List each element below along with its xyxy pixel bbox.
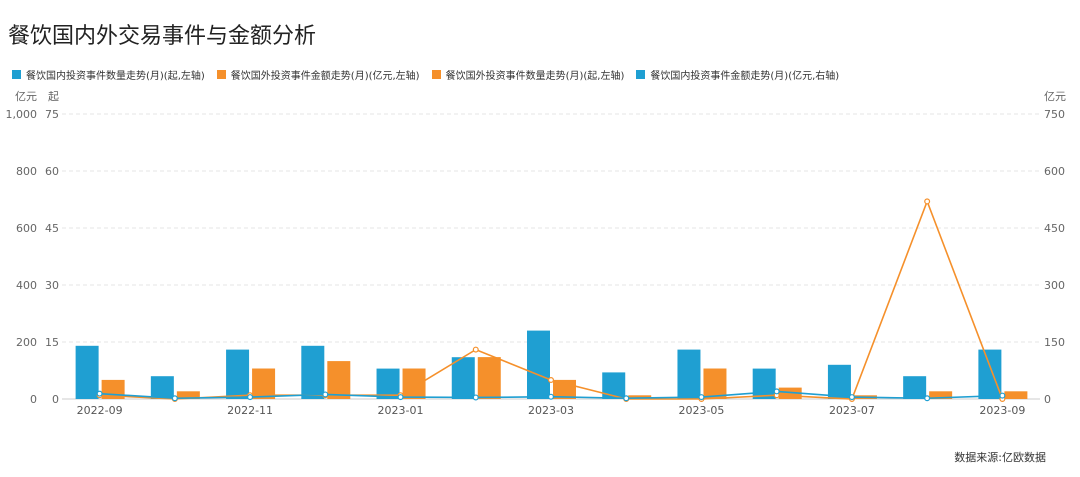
- x-tick-label: 2023-03: [528, 404, 574, 417]
- data-source: 数据来源:亿欧数据: [954, 451, 1046, 464]
- x-tick-label: 2022-09: [77, 404, 123, 417]
- point-domestic-amount: [547, 393, 554, 400]
- y-tick-label-amount: 200: [16, 336, 37, 349]
- x-tick-label: 2023-05: [678, 404, 724, 417]
- point-domestic-amount: [848, 394, 855, 401]
- y-tick-label-right: 750: [1044, 108, 1065, 121]
- point-foreign-count: [472, 346, 479, 353]
- y-tick-label-right: 150: [1044, 336, 1065, 349]
- bar-foreign-amount: [402, 368, 426, 399]
- bar-domestic-count: [451, 357, 475, 399]
- bar-domestic-count: [527, 330, 550, 399]
- y-axis-unit-count: 起: [48, 90, 59, 103]
- x-tick-label: 2023-09: [979, 404, 1025, 417]
- y-tick-label-count: 45: [45, 222, 59, 235]
- chart-plot: 0 0 0 200 15 150 400 30 300 600 45 450 800 60 600 1,000…: [6, 90, 1067, 417]
- point-domestic-amount: [623, 395, 630, 402]
- point-domestic-amount: [247, 394, 254, 401]
- y-tick-label-right: 600: [1044, 165, 1065, 178]
- bar-domestic-count: [827, 364, 851, 399]
- bar-domestic-count: [75, 345, 99, 399]
- y-tick-label-right: 0: [1044, 393, 1051, 406]
- y-tick-label-amount: 800: [16, 165, 37, 178]
- bar-foreign-amount: [703, 368, 727, 399]
- bar-foreign-amount: [1004, 391, 1028, 399]
- y-tick-label-right: 450: [1044, 222, 1065, 235]
- point-domestic-amount: [698, 394, 705, 401]
- x-tick-label: 2023-01: [378, 404, 424, 417]
- y-axis-unit-right: 亿元: [1044, 90, 1066, 103]
- bar-domestic-count: [226, 349, 250, 399]
- bar-domestic-count: [752, 368, 776, 399]
- y-tick-label-count: 75: [45, 108, 59, 121]
- y-tick-label-count: 30: [45, 279, 59, 292]
- y-tick-label-amount: 600: [16, 222, 37, 235]
- y-tick-label-amount: 400: [16, 279, 37, 292]
- y-tick-label-count: 0: [52, 393, 59, 406]
- point-domestic-amount: [96, 390, 103, 397]
- bar-domestic-count: [301, 345, 325, 399]
- bar-foreign-amount: [477, 357, 501, 399]
- point-domestic-amount: [322, 391, 329, 398]
- bar-domestic-count: [602, 372, 626, 399]
- point-domestic-amount: [773, 388, 780, 395]
- point-domestic-amount: [171, 395, 178, 402]
- bar-domestic-count: [903, 376, 927, 399]
- point-domestic-amount: [397, 394, 404, 401]
- bar-domestic-count: [150, 376, 174, 399]
- bar-foreign-amount: [327, 361, 351, 399]
- y-tick-label-right: 300: [1044, 279, 1065, 292]
- x-tick-label: 2022-11: [227, 404, 273, 417]
- y-tick-label-count: 60: [45, 165, 59, 178]
- point-foreign-count: [924, 198, 931, 205]
- y-tick-label-amount: 0: [30, 393, 37, 406]
- bar-domestic-count: [978, 349, 1002, 399]
- bar-domestic-count: [677, 349, 701, 399]
- point-domestic-amount: [924, 395, 931, 402]
- y-tick-label-amount: 1,000: [6, 108, 38, 121]
- y-axis-unit-amount: 亿元: [15, 90, 37, 103]
- x-tick-label: 2023-07: [829, 404, 875, 417]
- point-domestic-amount: [472, 394, 479, 401]
- point-foreign-count: [547, 377, 554, 384]
- y-tick-label-count: 15: [45, 336, 59, 349]
- point-domestic-amount: [999, 392, 1006, 399]
